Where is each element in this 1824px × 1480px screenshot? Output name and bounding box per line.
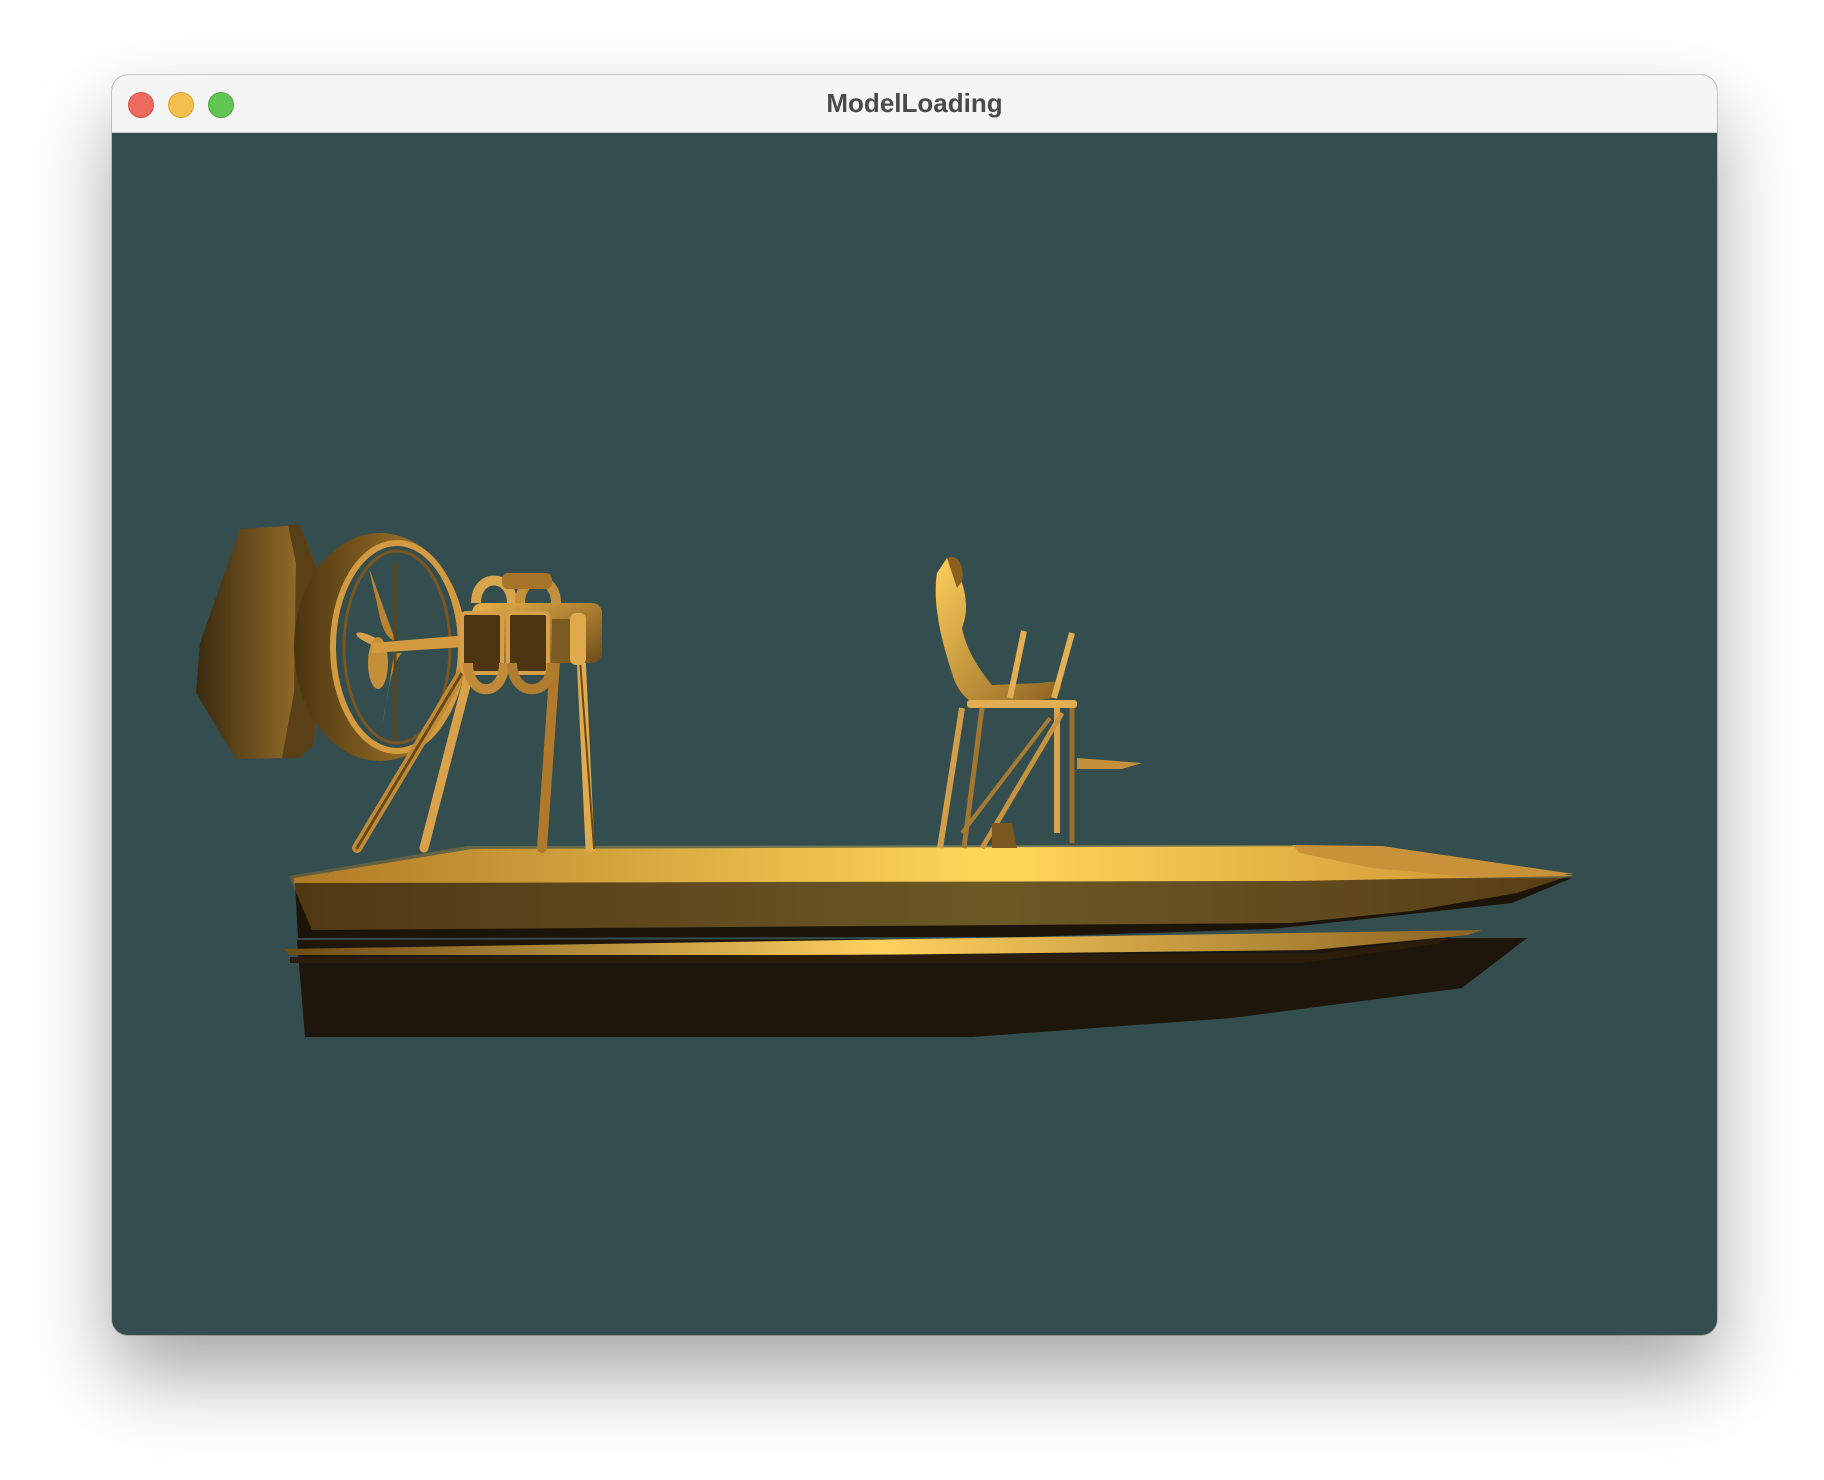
title-bar[interactable]: ModelLoading [112,75,1717,133]
airboat-model [196,525,1574,1037]
hull [283,845,1574,1037]
window-title: ModelLoading [826,88,1003,118]
render-viewport[interactable] [112,133,1717,1335]
app-window: ModelLoading [112,75,1717,1335]
driver-seat [935,556,1142,850]
